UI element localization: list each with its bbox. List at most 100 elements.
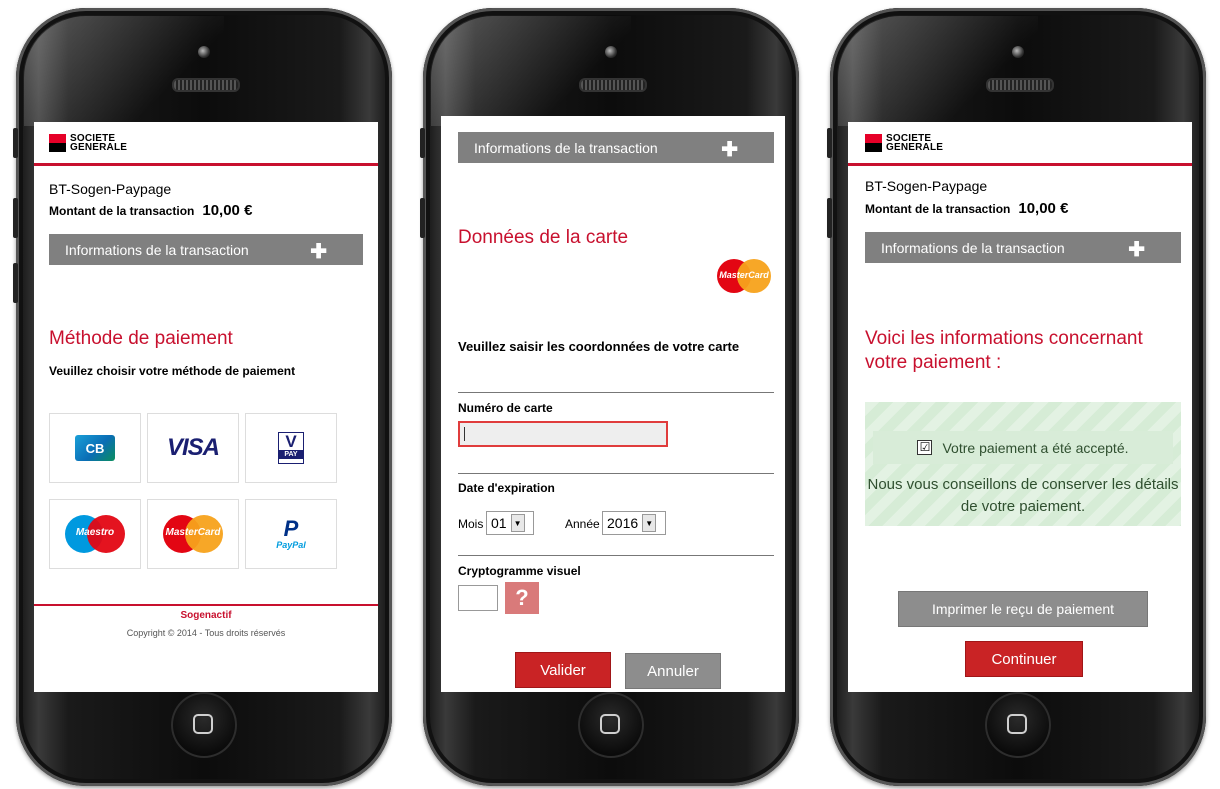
phone-frame-1: SOCIETE GENERALE BT-Sogen-Paypage Montant…: [13, 8, 392, 786]
speaker-icon: [986, 78, 1054, 92]
camera-icon: [605, 46, 617, 58]
transaction-info-label: Informations de la transaction: [474, 139, 658, 156]
cvv-input[interactable]: [458, 585, 498, 611]
validate-button[interactable]: Valider: [515, 652, 611, 688]
mastercard-payment-option[interactable]: MasterCard: [147, 499, 239, 569]
footer-title: Sogenactif: [180, 610, 232, 621]
footer-divider: [34, 604, 378, 606]
vpay-v: V: [285, 432, 297, 451]
camera-icon: [1012, 46, 1024, 58]
success-panel: ☑ Votre paiement a été accepté. Nous vou…: [865, 402, 1181, 526]
maestro-logo-icon: Maestro: [65, 515, 125, 553]
dropdown-arrow-icon: ▼: [510, 514, 525, 532]
header-divider: [848, 163, 1192, 166]
screen-card-details: Informations de la transaction ✚ Données…: [441, 116, 785, 692]
cb-payment-option[interactable]: CB: [49, 413, 141, 483]
merchant-name: BT-Sogen-Paypage: [49, 181, 172, 197]
mastercard-brand-badge: MasterCard: [717, 259, 771, 293]
accepted-banner: ☑ Votre paiement a été accepté.: [873, 431, 1173, 464]
vpay-pay: PAY: [279, 450, 303, 459]
home-square-icon: [193, 714, 213, 734]
continue-button[interactable]: Continuer: [965, 641, 1083, 677]
phone-frame-3: SOCIETE GENERALE BT-Sogen-Paypage Montant…: [827, 8, 1206, 786]
amount-row: Montant de la transaction 10,00 €: [865, 200, 1068, 217]
expiry-label: Date d'expiration: [458, 481, 555, 495]
month-select[interactable]: 01 ▼: [486, 511, 534, 535]
mastercard-text: MasterCard: [719, 270, 769, 280]
mastercard-logo-icon: MasterCard: [717, 259, 771, 293]
mastercard-logo-icon: MasterCard: [163, 515, 223, 553]
transaction-info-label: Informations de la transaction: [65, 241, 249, 258]
volume-button: [420, 198, 425, 238]
dropdown-arrow-icon: ▼: [642, 514, 657, 532]
divider: [458, 555, 774, 556]
volume-button: [827, 128, 832, 158]
paypal-logo-icon: P PayPal: [276, 516, 306, 551]
home-square-icon: [1007, 714, 1027, 734]
cancel-button[interactable]: Annuler: [625, 653, 721, 689]
plus-icon: ✚: [310, 241, 327, 263]
year-value: 2016: [607, 515, 639, 531]
transaction-info-toggle[interactable]: Informations de la transaction ✚: [458, 132, 774, 163]
print-receipt-button[interactable]: Imprimer le reçu de paiement: [898, 591, 1148, 627]
instruction-text: Veuillez choisir votre méthode de paieme…: [49, 364, 296, 378]
glare: [838, 16, 1038, 126]
home-button[interactable]: [171, 692, 237, 758]
phone-frame-2: Informations de la transaction ✚ Données…: [420, 8, 799, 786]
divider: [458, 473, 774, 474]
transaction-info-toggle[interactable]: Informations de la transaction ✚: [865, 232, 1181, 263]
month-label: Mois: [458, 517, 484, 531]
plus-icon: ✚: [1128, 239, 1145, 261]
volume-button: [827, 198, 832, 238]
footer-copyright: Copyright © 2014 - Tous droits réservés: [126, 628, 286, 638]
instruction-text: Veuillez saisir les coordonnées de votre…: [458, 339, 740, 354]
logo-text-line2: GENERALE: [886, 142, 944, 153]
accepted-text: Votre paiement a été accepté.: [942, 439, 1129, 456]
volume-button: [13, 198, 18, 238]
plus-icon: ✚: [721, 139, 738, 161]
amount-row: Montant de la transaction 10,00 €: [49, 202, 252, 219]
screen-payment-method: SOCIETE GENERALE BT-Sogen-Paypage Montant…: [34, 122, 378, 692]
paypal-text: PayPal: [276, 540, 306, 550]
vpay-payment-option[interactable]: V PAY: [245, 413, 337, 483]
logo-mark-icon: [49, 134, 66, 152]
year-label: Année: [565, 517, 600, 531]
advice-text: Nous vous conseillons de conserver les d…: [867, 476, 1179, 515]
home-button[interactable]: [578, 692, 644, 758]
visa-payment-option[interactable]: VISA: [147, 413, 239, 483]
paypal-payment-option[interactable]: P PayPal: [245, 499, 337, 569]
header-divider: [34, 163, 378, 166]
cvv-label: Cryptogramme visuel: [458, 564, 581, 578]
year-select[interactable]: 2016 ▼: [602, 511, 666, 535]
amount-value: 10,00 €: [202, 202, 253, 219]
help-icon[interactable]: ?: [505, 582, 539, 614]
societe-generale-logo: SOCIETE GENERALE: [49, 134, 128, 153]
maestro-payment-option[interactable]: Maestro: [49, 499, 141, 569]
section-title: Méthode de paiement: [49, 328, 233, 349]
month-value: 01: [491, 515, 507, 531]
glare: [431, 16, 631, 126]
logo-mark-icon: [865, 134, 882, 152]
home-button[interactable]: [985, 692, 1051, 758]
amount-label: Montant de la transaction: [49, 204, 195, 218]
mastercard-text: MasterCard: [165, 527, 221, 538]
divider: [458, 392, 774, 393]
transaction-info-toggle[interactable]: Informations de la transaction ✚: [49, 234, 363, 265]
section-title: Voici les informations concernant votre …: [865, 328, 1143, 373]
checkbox-icon: ☑: [917, 440, 933, 455]
volume-button: [420, 128, 425, 158]
transaction-info-label: Informations de la transaction: [881, 239, 1065, 256]
glare: [24, 16, 224, 126]
section-title: Données de la carte: [458, 227, 629, 248]
paypal-p: P: [283, 516, 299, 541]
cb-logo-icon: CB: [75, 435, 115, 461]
screen-payment-confirmation: SOCIETE GENERALE BT-Sogen-Paypage Montant…: [848, 122, 1192, 692]
amount-value: 10,00 €: [1018, 200, 1069, 217]
maestro-text: Maestro: [75, 527, 115, 538]
volume-button: [13, 128, 18, 158]
card-number-label: Numéro de carte: [458, 401, 553, 415]
camera-icon: [198, 46, 210, 58]
amount-label: Montant de la transaction: [865, 202, 1011, 216]
card-number-input[interactable]: [458, 421, 668, 447]
logo-text-line2: GENERALE: [70, 142, 128, 153]
